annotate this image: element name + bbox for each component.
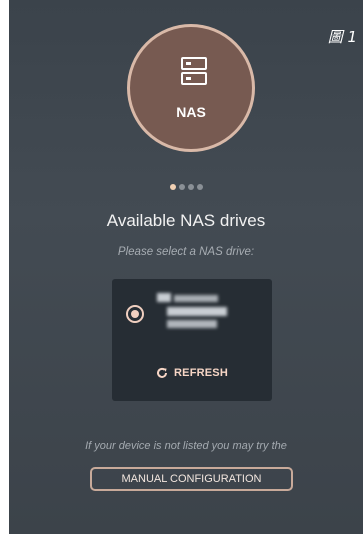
drive-name-redacted [174,295,218,302]
logo-label: NAS [176,104,206,120]
page-title: Available NAS drives [106,211,266,230]
drive-list-card: REFRESH [112,279,272,401]
drive-name-redacted [167,307,227,316]
refresh-label: REFRESH [174,367,228,379]
pager-dot [188,184,194,190]
radio-selected-dot [131,310,139,318]
pager-dots [170,184,203,192]
drive-name-redacted [157,293,171,302]
nas-drive-icon [181,57,207,91]
nas-logo: NAS [127,24,255,152]
pager-dot [179,184,185,190]
pager-dot-active [170,184,176,190]
refresh-button[interactable]: REFRESH [142,363,242,383]
pager-dot [197,184,203,190]
drive-radio-button[interactable] [126,305,144,323]
manual-configuration-button[interactable]: MANUAL CONFIGURATION [90,467,293,491]
page-subtitle: Please select a NAS drive: [117,246,255,258]
figure-label: 圖 1 [327,28,357,46]
hint-text: If your device is not listed you may try… [85,440,287,452]
refresh-icon [156,364,168,383]
drive-name-redacted [167,320,217,328]
